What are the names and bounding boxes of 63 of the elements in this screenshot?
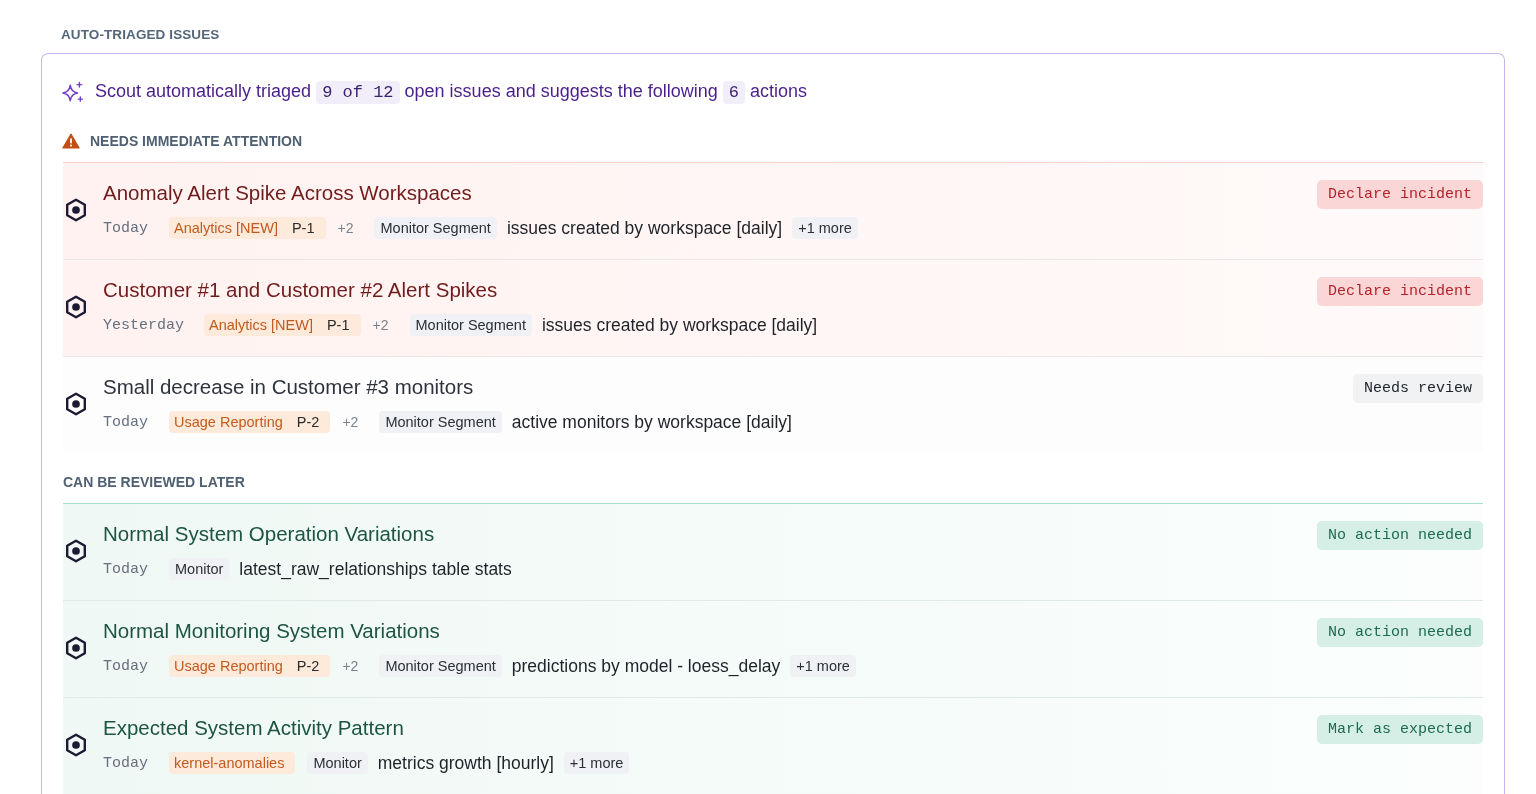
group-heading: NEEDS IMMEDIATE ATTENTION xyxy=(90,132,303,151)
action-button[interactable]: Needs review xyxy=(1352,374,1483,403)
extra-count: +2 xyxy=(342,658,359,674)
issue-title[interactable]: Normal Monitoring System Variations xyxy=(103,617,1305,645)
issue-date: Yesterday xyxy=(103,316,184,334)
more-tag[interactable]: +1 more xyxy=(790,655,856,677)
issue-date: Today xyxy=(103,754,149,772)
action-button[interactable]: No action needed xyxy=(1316,618,1483,647)
team-name: Analytics [NEW] xyxy=(174,220,278,236)
team-name: kernel-anomalies xyxy=(174,755,285,771)
priority-label: P-2 xyxy=(296,414,320,430)
action-button[interactable]: Mark as expected xyxy=(1316,715,1483,744)
monitor-name: metrics growth [hourly] xyxy=(377,752,554,774)
issue-row[interactable]: Expected System Activity Pattern Today kernel-anomalies Monitor metrics growth [hourly] +1 more Mark as expected xyxy=(63,697,1483,794)
priority-label: P-2 xyxy=(296,658,320,674)
action-button[interactable]: Declare incident xyxy=(1316,180,1483,209)
more-tag[interactable]: +1 more xyxy=(792,217,858,239)
issue-row[interactable]: Customer #1 and Customer #2 Alert Spikes Yesterday Analytics [NEW] P-1 +2 Monitor Segment issues created by workspace [daily] Declare incident xyxy=(63,259,1483,356)
monitor-name: predictions by model - loess_delay xyxy=(511,655,781,677)
warning-icon xyxy=(62,133,80,149)
extra-count: +2 xyxy=(342,414,359,430)
monitor-type-tag: Monitor Segment xyxy=(374,217,497,239)
monitor-type-tag: Monitor Segment xyxy=(379,411,502,433)
monitor-type-tag: Monitor Segment xyxy=(409,314,532,336)
team-name: Analytics [NEW] xyxy=(209,317,313,333)
action-button[interactable]: Declare incident xyxy=(1316,277,1483,306)
hexagon-icon xyxy=(65,733,87,757)
issue-title[interactable]: Expected System Activity Pattern xyxy=(103,714,1305,742)
issue-row[interactable]: Anomaly Alert Spike Across Workspaces Today Analytics [NEW] P-1 +2 Monitor Segment issues created by workspace [daily] +1 more Declare incident xyxy=(63,163,1483,259)
extra-count: +2 xyxy=(372,317,389,333)
issue-date: Today xyxy=(103,219,149,237)
extra-count: +2 xyxy=(337,220,354,236)
issue-title[interactable]: Normal System Operation Variations xyxy=(103,520,1305,548)
monitor-type-tag: Monitor Segment xyxy=(379,655,502,677)
team-name: Usage Reporting xyxy=(174,414,283,430)
monitor-type-tag: Monitor xyxy=(169,558,230,580)
action-button[interactable]: No action needed xyxy=(1316,521,1483,550)
issue-date: Today xyxy=(103,413,149,431)
summary-text: Scout automatically triaged 9 of 12 open issues and suggests the following 6 actions xyxy=(95,80,808,106)
issue-title[interactable]: Anomaly Alert Spike Across Workspaces xyxy=(103,179,1305,207)
issue-row[interactable]: Normal System Operation Variations Today Monitor latest_raw_relationships table stats No action needed xyxy=(63,504,1483,600)
monitor-name: latest_raw_relationships table stats xyxy=(239,558,512,580)
monitor-name: active monitors by workspace [daily] xyxy=(511,411,792,433)
more-tag[interactable]: +1 more xyxy=(563,752,630,774)
hexagon-icon xyxy=(65,636,87,660)
priority-label: P-1 xyxy=(291,220,315,236)
hexagon-icon xyxy=(65,295,87,319)
hexagon-icon xyxy=(65,198,87,222)
priority-label: P-1 xyxy=(326,317,350,333)
hexagon-icon xyxy=(65,392,87,416)
issue-row[interactable]: Normal Monitoring System Variations Today Usage Reporting P-2 +2 Monitor Segment predictions by model - loess_delay +1 more No action needed xyxy=(63,600,1483,697)
sparkle-icon xyxy=(62,81,84,103)
group-heading: CAN BE REVIEWED LATER xyxy=(63,473,245,492)
monitor-name: issues created by workspace [daily] xyxy=(541,314,818,336)
section-heading: AUTO-TRIAGED ISSUES xyxy=(61,26,220,44)
hexagon-icon xyxy=(65,539,87,563)
issue-date: Today xyxy=(103,657,149,675)
issue-date: Today xyxy=(103,560,149,578)
issue-title[interactable]: Customer #1 and Customer #2 Alert Spikes xyxy=(103,276,1305,304)
team-name: Usage Reporting xyxy=(174,658,283,674)
issue-title[interactable]: Small decrease in Customer #3 monitors xyxy=(103,373,1341,401)
monitor-name: issues created by workspace [daily] xyxy=(506,217,783,239)
monitor-type-tag: Monitor xyxy=(307,752,368,774)
